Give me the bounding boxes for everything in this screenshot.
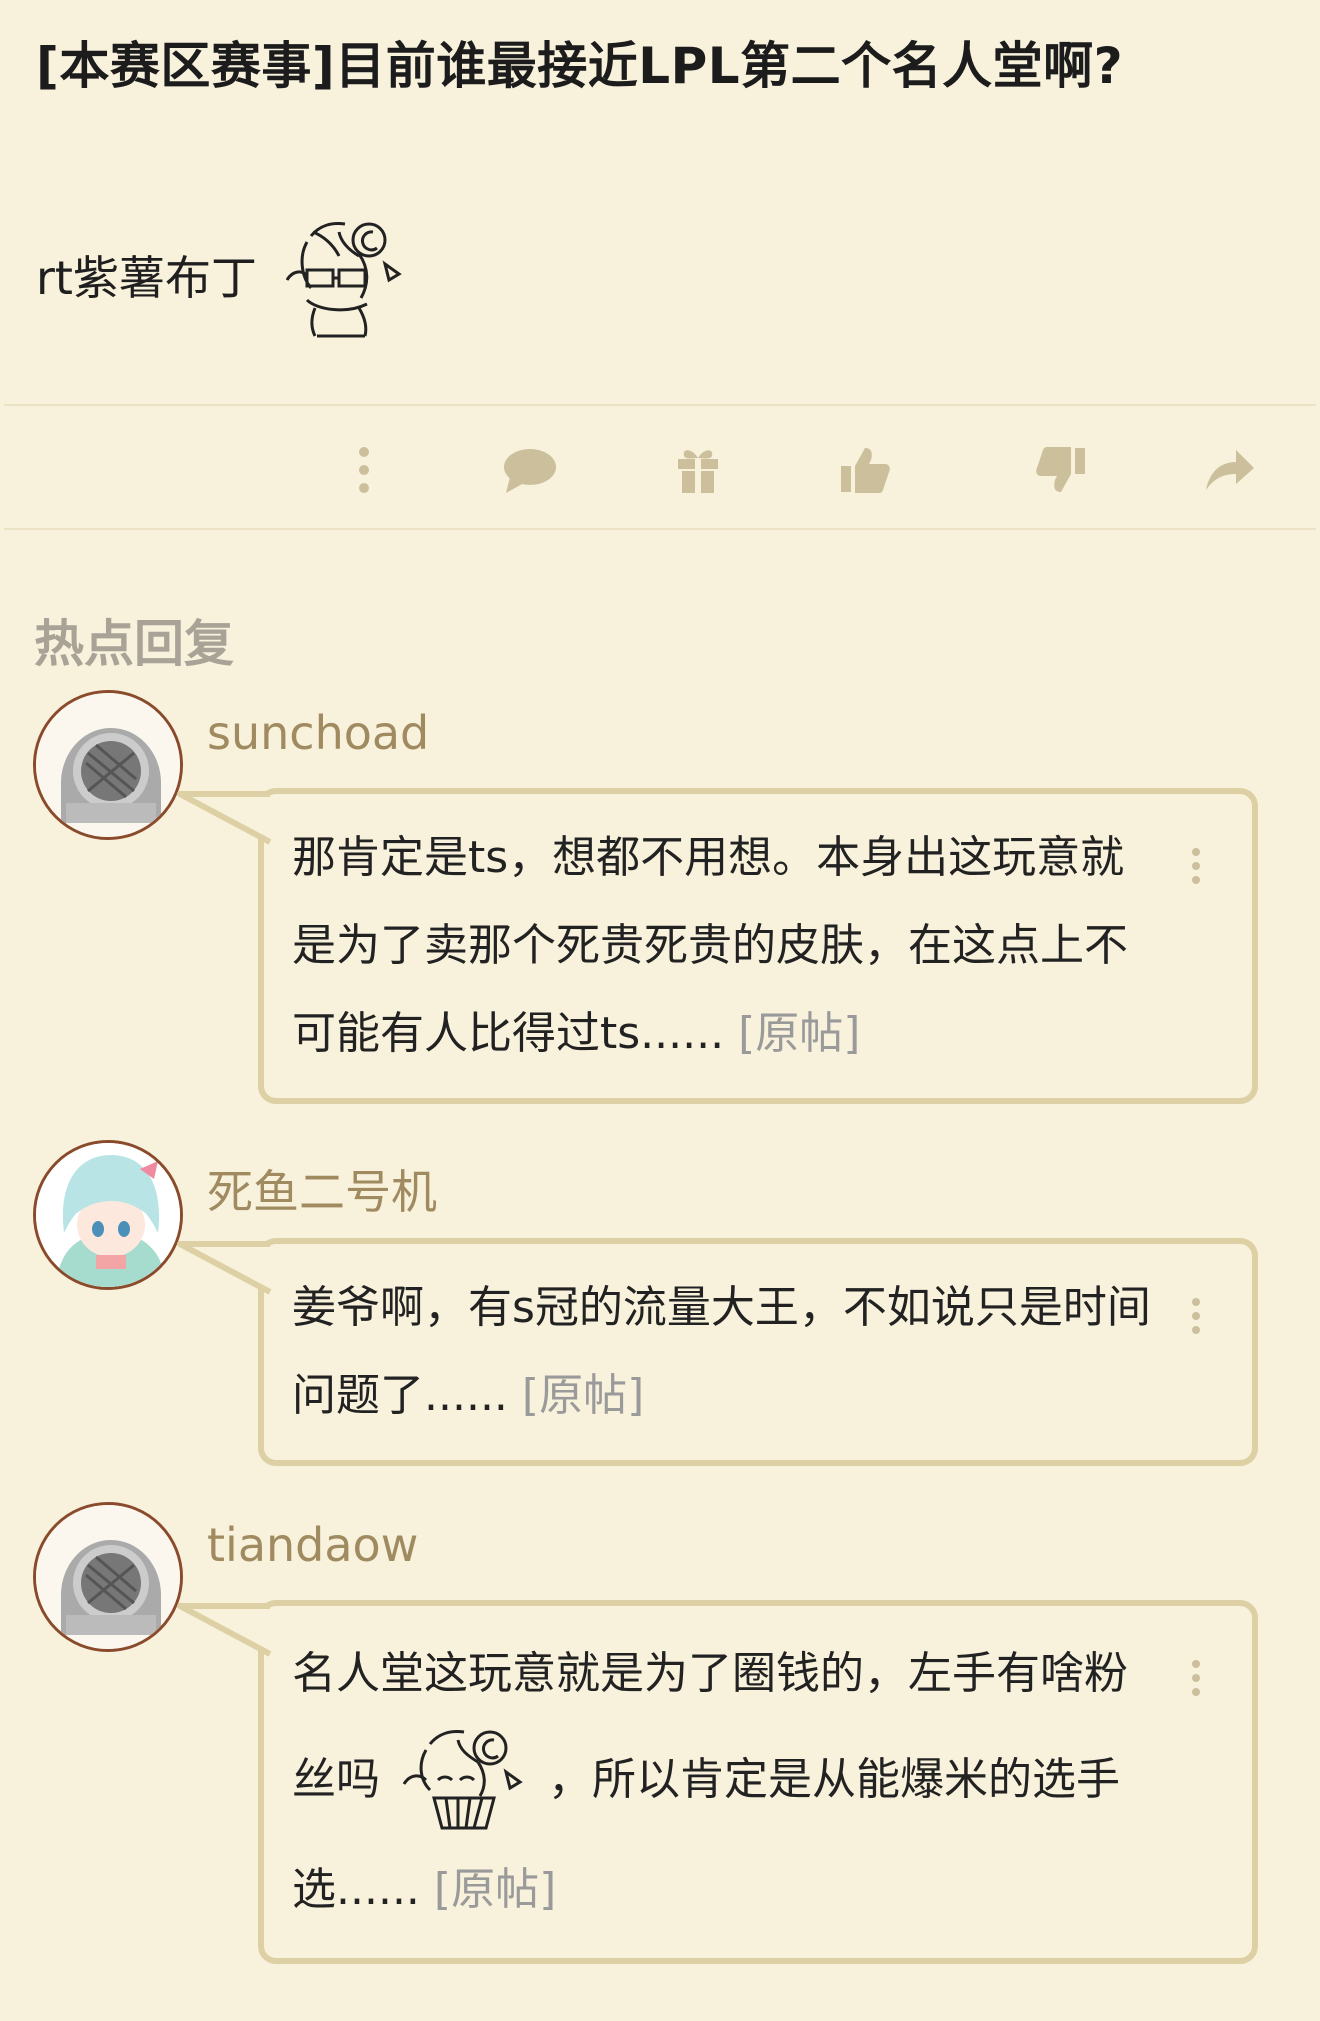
reply-bubble: 名人堂这玩意就是为了圈钱的，左手有啥粉丝吗 ，所以肯定是从能爆米的选手选....…	[177, 1600, 1258, 1964]
thumbs-down-icon	[1036, 447, 1085, 492]
avatar[interactable]	[33, 1502, 183, 1652]
reply-more-button[interactable]	[1192, 1298, 1204, 1340]
username[interactable]: 死鱼二号机	[207, 1156, 437, 1222]
comment-button[interactable]	[500, 440, 560, 500]
more-icon	[359, 447, 369, 493]
share-button[interactable]	[1200, 440, 1260, 500]
thumbs-up-icon	[841, 448, 890, 493]
reply-text: 那肯定是ts，想都不用想。本身出这玩意就是为了卖那个死贵死贵的皮肤，在这点上不可…	[292, 814, 1152, 1078]
bubble-tail	[177, 791, 272, 845]
bubble-tail	[177, 1603, 272, 1657]
divider	[4, 404, 1316, 406]
dislike-button[interactable]	[1030, 440, 1090, 500]
reply-text: 名人堂这玩意就是为了圈钱的，左手有啥粉丝吗 ，所以肯定是从能爆米的选手选....…	[292, 1626, 1152, 1938]
gift-icon	[678, 450, 718, 493]
chibi-glasses-sticker	[285, 222, 402, 338]
reply-content: 姜爷啊，有s冠的流量大王，不如说只是时间问题了......	[292, 1282, 1151, 1421]
avatar[interactable]	[33, 690, 183, 840]
diving-helmet-avatar	[36, 693, 180, 837]
original-post-link[interactable]: [原帖]	[434, 1864, 556, 1915]
reply-text: 姜爷啊，有s冠的流量大王，不如说只是时间问题了...... [原帖]	[292, 1264, 1152, 1440]
more-button[interactable]	[334, 440, 394, 500]
reply-bubble: 那肯定是ts，想都不用想。本身出这玩意就是为了卖那个死贵死贵的皮肤，在这点上不可…	[177, 788, 1258, 1104]
anime-girl-avatar	[36, 1143, 180, 1287]
reply-bubble: 姜爷啊，有s冠的流量大王，不如说只是时间问题了...... [原帖]	[177, 1238, 1258, 1466]
divider	[4, 528, 1316, 530]
avatar[interactable]	[33, 1140, 183, 1290]
username[interactable]: sunchoad	[207, 706, 429, 760]
original-post-link[interactable]: [原帖]	[522, 1370, 644, 1421]
like-button[interactable]	[836, 440, 896, 500]
post-body-text: rt紫薯布丁	[36, 251, 257, 305]
section-title-hot-replies: 热点回复	[34, 615, 234, 673]
reply-more-button[interactable]	[1192, 1660, 1204, 1702]
share-icon	[1206, 450, 1254, 490]
diving-helmet-avatar	[36, 1505, 180, 1649]
reply-content: 那肯定是ts，想都不用想。本身出这玩意就是为了卖那个死贵死贵的皮肤，在这点上不可…	[292, 832, 1128, 1059]
bubble-tail	[177, 1241, 272, 1295]
action-bar	[0, 410, 1320, 530]
comment-icon	[504, 449, 556, 493]
post-body: rt紫薯布丁	[36, 185, 417, 365]
chibi-fan-sticker	[402, 1730, 523, 1830]
gift-button[interactable]	[668, 440, 728, 500]
post-title: [本赛区赛事]目前谁最接近LPL第二个名人堂啊?	[36, 37, 1124, 95]
reply-more-button[interactable]	[1192, 848, 1204, 890]
original-post-link[interactable]: [原帖]	[738, 1008, 860, 1059]
username[interactable]: tiandaow	[207, 1518, 418, 1572]
